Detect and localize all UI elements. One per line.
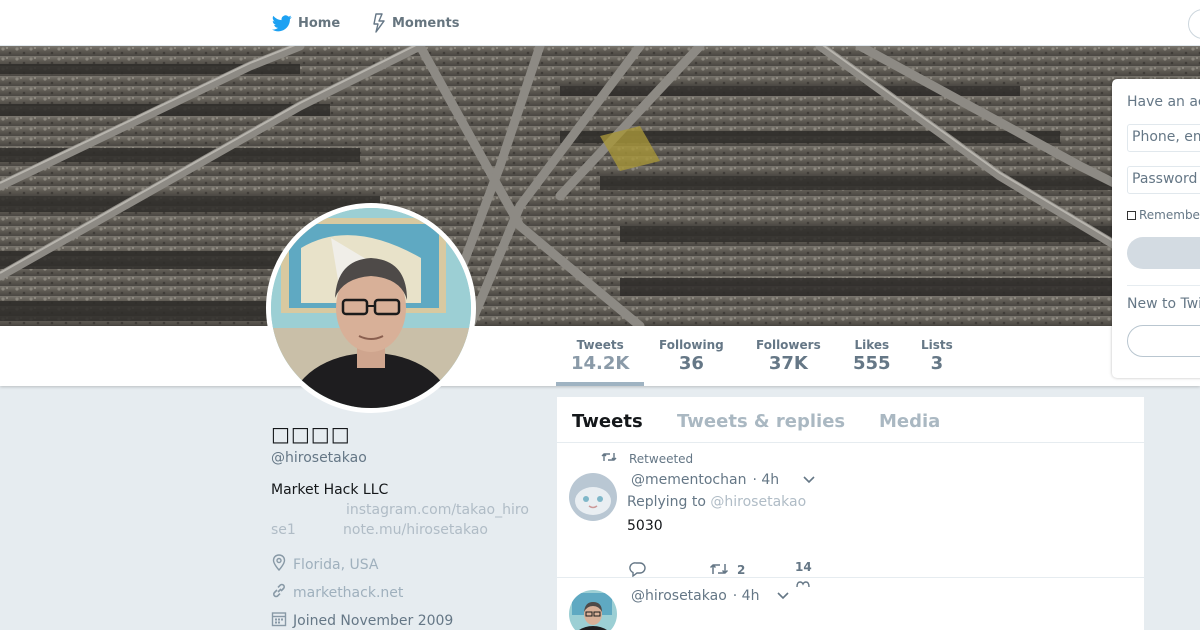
location-text: Florida, USA <box>293 556 379 573</box>
stat-lists[interactable]: Lists 3 <box>921 338 953 374</box>
like-count: 14 <box>795 560 812 574</box>
stat-following-value: 36 <box>678 353 704 374</box>
profile-banner <box>0 46 1200 326</box>
nav-home[interactable]: Home <box>272 0 340 46</box>
profile-name[interactable]: □□□□ <box>271 422 351 446</box>
retweet-action[interactable]: 2 <box>709 562 797 579</box>
website-link[interactable]: markethack.net <box>293 585 403 601</box>
stat-followers[interactable]: Followers 37K <box>756 338 821 374</box>
profile-joined: Joined November 2009 <box>271 610 453 630</box>
nav-home-label: Home <box>298 15 341 31</box>
lightning-icon <box>372 13 386 33</box>
tweet-header: @hirosetakao · 4h <box>631 588 790 604</box>
profile-avatar[interactable] <box>266 203 476 413</box>
joined-text: Joined November 2009 <box>293 612 454 629</box>
stat-tweets-value: 14.2K <box>571 353 630 374</box>
twitter-bird-icon <box>272 14 292 32</box>
login-title: Have an account? <box>1127 94 1200 110</box>
top-navigation-bar: Home Moments <box>0 0 1200 46</box>
remember-me-label: Remember me <box>1139 208 1200 222</box>
profile-location: Florida, USA <box>271 554 379 575</box>
retweet-context-label: Retweeted <box>629 451 694 466</box>
tab-media[interactable]: Media <box>879 411 940 432</box>
stat-likes[interactable]: Likes 555 <box>853 338 891 374</box>
tweet-header: @mementochan · 4h <box>631 472 815 488</box>
retweet-context: Retweeted <box>601 451 693 466</box>
profile-website[interactable]: markethack.net <box>271 582 403 603</box>
nav-moments[interactable]: Moments <box>372 0 459 46</box>
bio-link-instagram[interactable]: instagram.com/takao_hiro <box>346 502 529 518</box>
bio-link-note[interactable]: note.mu/hirosetakao <box>343 522 488 538</box>
nav-moments-label: Moments <box>392 15 460 31</box>
stat-lists-label: Lists <box>921 338 953 352</box>
remember-me-checkbox[interactable] <box>1127 210 1136 220</box>
stat-followers-value: 37K <box>768 353 808 374</box>
stat-likes-label: Likes <box>854 338 890 352</box>
location-pin-icon <box>271 554 287 575</box>
stat-lists-value: 3 <box>930 353 944 374</box>
retweet-icon <box>601 451 617 466</box>
login-card: Have an account? Phone, email or usernam… <box>1112 79 1200 378</box>
stat-tweets[interactable]: Tweets 14.2K <box>571 338 629 374</box>
new-to-twitter-label: New to Twitter? <box>1127 296 1200 312</box>
login-button[interactable] <box>1127 237 1200 269</box>
replying-to-prefix: Replying to <box>627 494 706 510</box>
login-divider <box>1127 285 1200 286</box>
link-icon <box>271 582 287 603</box>
timeline: Tweets Tweets & replies Media Retweeted … <box>557 397 1144 630</box>
tweet[interactable]: Retweeted @mementochan · 4h Replying to … <box>557 443 1144 588</box>
stat-following[interactable]: Following 36 <box>659 338 724 374</box>
replying-to-handle[interactable]: @hirosetakao <box>710 494 806 510</box>
timeline-tabs: Tweets Tweets & replies Media <box>557 397 1144 443</box>
tweet-author-handle[interactable]: @hirosetakao <box>631 588 727 604</box>
login-username-input[interactable]: Phone, email or username <box>1127 124 1200 152</box>
tweet-author-avatar[interactable] <box>569 473 617 521</box>
tweet-text: 5030 <box>627 518 663 534</box>
stat-following-label: Following <box>659 338 724 352</box>
stat-followers-label: Followers <box>756 338 821 352</box>
avatar-photo <box>271 208 471 408</box>
retweet-count: 2 <box>737 563 746 577</box>
signup-button[interactable] <box>1127 325 1200 357</box>
tweet-replying-to: Replying to @hirosetakao <box>627 494 806 510</box>
reply-icon[interactable] <box>629 561 709 580</box>
tab-tweets-replies[interactable]: Tweets & replies <box>677 411 845 432</box>
login-password-input[interactable]: Password <box>1127 166 1200 194</box>
retweet-action-icon <box>709 562 729 579</box>
profile-bio: Market Hack LLC <box>271 482 389 498</box>
calendar-icon <box>271 610 287 630</box>
tweet[interactable]: @hirosetakao · 4h <box>557 578 1144 630</box>
search-button[interactable] <box>1188 9 1200 39</box>
remember-me-row[interactable]: Remember me <box>1127 208 1200 222</box>
tweet-time[interactable]: · 4h <box>733 588 760 604</box>
chevron-down-icon[interactable] <box>777 588 790 604</box>
profile-nav-strip: Tweets 14.2K Following 36 Followers 37K … <box>0 326 1200 386</box>
tweet-author-handle[interactable]: @mementochan <box>631 472 746 488</box>
active-tab-underline <box>556 382 644 386</box>
railway-tracks-image <box>0 46 1200 326</box>
stat-likes-value: 555 <box>853 353 891 374</box>
bio-link-instagram-continued[interactable]: se1 <box>271 522 296 538</box>
tab-tweets[interactable]: Tweets <box>572 411 643 432</box>
profile-handle[interactable]: @hirosetakao <box>271 450 367 466</box>
chevron-down-icon[interactable] <box>803 472 815 488</box>
tweet-author-avatar[interactable] <box>569 590 617 630</box>
stat-tweets-label: Tweets <box>576 338 624 352</box>
tweet-time[interactable]: · 4h <box>752 472 779 488</box>
